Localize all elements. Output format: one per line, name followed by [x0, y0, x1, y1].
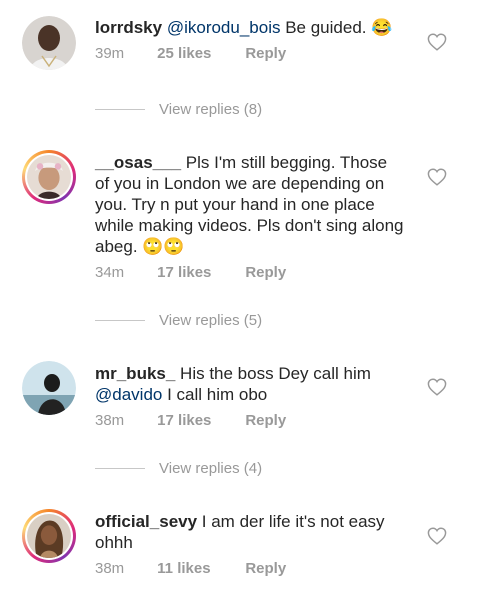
- avatar-frame: [25, 153, 73, 201]
- comment-mention[interactable]: @davido: [95, 385, 162, 404]
- comment-username[interactable]: official_sevy: [95, 512, 197, 531]
- divider-line: [95, 468, 145, 469]
- comment-likes-count[interactable]: 25 likes: [157, 45, 241, 62]
- divider-line: [95, 320, 145, 321]
- view-replies-button[interactable]: View replies (5): [95, 312, 262, 329]
- view-replies-label: View replies (4): [159, 460, 263, 477]
- comment-meta: 39m 25 likes Reply: [95, 45, 286, 62]
- view-replies-label: View replies (5): [159, 312, 263, 329]
- avatar-image: [22, 361, 76, 415]
- reply-button[interactable]: Reply: [245, 264, 286, 281]
- comment-likes-count[interactable]: 17 likes: [157, 264, 241, 281]
- avatar[interactable]: [22, 361, 76, 415]
- comment-meta: 38m 17 likes Reply: [95, 412, 286, 429]
- avatar[interactable]: [22, 150, 76, 204]
- comment-text: official_sevy I am der life it's not eas…: [95, 511, 405, 553]
- comment-meta: 34m 17 likes Reply: [95, 264, 286, 281]
- avatar[interactable]: [22, 16, 76, 70]
- reply-button[interactable]: Reply: [245, 45, 286, 62]
- view-replies-button[interactable]: View replies (8): [95, 101, 262, 118]
- comment-body: His the boss Dey call him: [175, 364, 371, 383]
- comment-likes-count[interactable]: 17 likes: [157, 412, 241, 429]
- comment-timestamp: 38m: [95, 412, 125, 429]
- comment-body: Be guided. 😂: [280, 18, 393, 37]
- comment-timestamp: 39m: [95, 45, 125, 62]
- heart-outline-icon[interactable]: [427, 33, 447, 51]
- avatar-frame: [25, 512, 73, 560]
- heart-outline-icon[interactable]: [427, 168, 447, 186]
- comment-likes-count[interactable]: 11 likes: [157, 560, 241, 577]
- reply-button[interactable]: Reply: [245, 560, 286, 577]
- comment-username[interactable]: __osas___: [95, 153, 181, 172]
- comment-body-end: I call him obo: [162, 385, 268, 404]
- heart-outline-icon[interactable]: [427, 378, 447, 396]
- comment-mention[interactable]: @ikorodu_bois: [167, 18, 281, 37]
- heart-outline-icon[interactable]: [427, 527, 447, 545]
- comment-text: lorrdsky @ikorodu_bois Be guided. 😂: [95, 17, 405, 38]
- avatar-image: [27, 514, 71, 558]
- reply-button[interactable]: Reply: [245, 412, 286, 429]
- comment-timestamp: 34m: [95, 264, 125, 281]
- view-replies-button[interactable]: View replies (4): [95, 460, 262, 477]
- avatar[interactable]: [22, 509, 76, 563]
- divider-line: [95, 109, 145, 110]
- comment-username[interactable]: lorrdsky: [95, 18, 162, 37]
- view-replies-label: View replies (8): [159, 101, 263, 118]
- comment-username[interactable]: mr_buks_: [95, 364, 175, 383]
- avatar-image: [22, 16, 76, 70]
- comment-timestamp: 38m: [95, 560, 125, 577]
- comment-text: mr_buks_ His the boss Dey call him @davi…: [95, 363, 405, 405]
- comment-text: __osas___ Pls I'm still begging. Those o…: [95, 152, 405, 257]
- avatar-image: [27, 155, 71, 199]
- comment-meta: 38m 11 likes Reply: [95, 560, 286, 577]
